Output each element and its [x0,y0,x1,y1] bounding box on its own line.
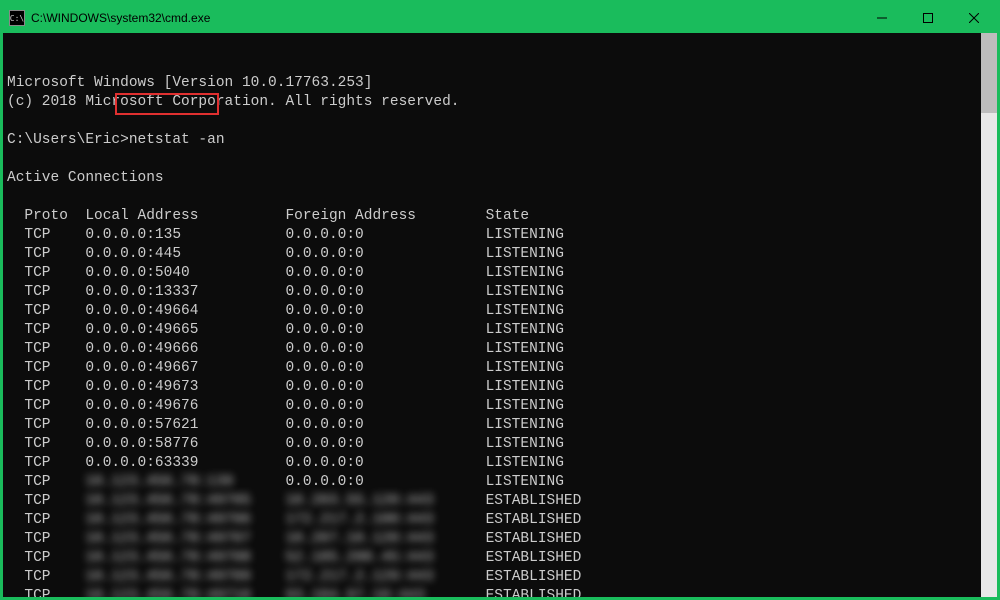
terminal-line: TCP 0.0.0.0:58776 0.0.0.0:0 LISTENING [7,435,977,454]
close-button[interactable] [951,3,997,33]
terminal-line: TCP 0.0.0.0:49665 0.0.0.0:0 LISTENING [7,321,977,340]
close-icon [969,13,979,23]
terminal-line: Proto Local Address Foreign Address Stat… [7,207,977,226]
scrollbar-thumb[interactable] [981,33,997,113]
terminal-line: Active Connections [7,169,977,188]
terminal-line: TCP 0.0.0.0:57621 0.0.0.0:0 LISTENING [7,416,977,435]
terminal-line: TCP 0.0.0.0:49676 0.0.0.0:0 LISTENING [7,397,977,416]
window-controls [859,3,997,33]
terminal-line: C:\Users\Eric>netstat -an [7,131,977,150]
scrollbar-track[interactable] [981,33,997,597]
terminal-line: TCP 0.0.0.0:13337 0.0.0.0:0 LISTENING [7,283,977,302]
terminal-line [7,150,977,169]
terminal-line: TCP 10.123.456.78:49708 52.185.200.45:44… [7,549,977,568]
terminal-line: TCP 0.0.0.0:135 0.0.0.0:0 LISTENING [7,226,977,245]
terminal-line: TCP 10.123.456.78:49706 172.217.2.100:44… [7,511,977,530]
terminal-line [7,112,977,131]
terminal-line: TCP 0.0.0.0:49666 0.0.0.0:0 LISTENING [7,340,977,359]
terminal-line: TCP 0.0.0.0:5040 0.0.0.0:0 LISTENING [7,264,977,283]
terminal-line: (c) 2018 Microsoft Corporation. All righ… [7,93,977,112]
terminal-line: TCP 10.123.456.78:49705 10.203.55.120:44… [7,492,977,511]
terminal-line: TCP 10.123.456.78:49709 172.217.2.129:44… [7,568,977,587]
window-titlebar: C:\ C:\WINDOWS\system32\cmd.exe [3,3,997,33]
window-title: C:\WINDOWS\system32\cmd.exe [31,11,210,25]
minimize-icon [877,13,887,23]
cmd-icon: C:\ [9,10,25,26]
terminal-line: TCP 0.0.0.0:445 0.0.0.0:0 LISTENING [7,245,977,264]
terminal-line: Microsoft Windows [Version 10.0.17763.25… [7,74,977,93]
terminal-line: TCP 0.0.0.0:49667 0.0.0.0:0 LISTENING [7,359,977,378]
terminal-output[interactable]: Microsoft Windows [Version 10.0.17763.25… [3,33,997,597]
terminal-line: TCP 0.0.0.0:63339 0.0.0.0:0 LISTENING [7,454,977,473]
terminal-line: TCP 0.0.0.0:49673 0.0.0.0:0 LISTENING [7,378,977,397]
maximize-icon [923,13,933,23]
minimize-button[interactable] [859,3,905,33]
terminal-line: TCP 10.123.456.78:49710 93.184.97.10:443… [7,587,977,597]
terminal-line: TCP 10.123.456.78:139 0.0.0.0:0 LISTENIN… [7,473,977,492]
terminal-line: TCP 0.0.0.0:49664 0.0.0.0:0 LISTENING [7,302,977,321]
maximize-button[interactable] [905,3,951,33]
terminal-line: TCP 10.123.456.78:49707 10.207.10.120:44… [7,530,977,549]
terminal-line [7,188,977,207]
